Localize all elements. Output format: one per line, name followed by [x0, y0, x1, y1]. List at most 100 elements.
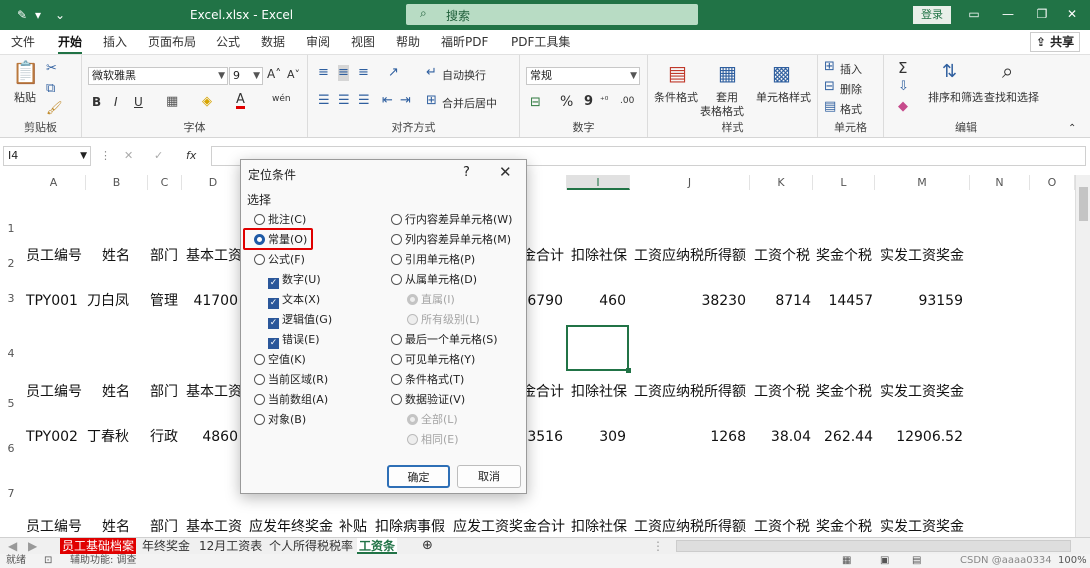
next-sheet-icon[interactable]: ▶ — [26, 538, 39, 554]
phonetic-button[interactable]: wén — [272, 94, 291, 104]
format-table-label2[interactable]: 表格格式 — [700, 103, 744, 119]
conditional-format-icon[interactable]: ▤ — [668, 61, 687, 85]
minimize-icon[interactable]: — — [996, 4, 1020, 24]
cancel-icon[interactable]: ✕ — [124, 149, 133, 162]
radio-icon[interactable] — [254, 374, 265, 385]
cell[interactable]: 金合计 — [522, 383, 564, 401]
left-option[interactable]: 当前数组(A) — [254, 393, 328, 407]
column-header[interactable]: L — [813, 175, 875, 190]
radio-icon[interactable] — [391, 214, 402, 225]
cell[interactable]: 部门 — [150, 383, 178, 401]
cell[interactable]: 实发工资奖金 — [880, 518, 964, 536]
column-header[interactable]: N — [970, 175, 1030, 190]
right-option[interactable]: 从属单元格(D) — [391, 273, 477, 287]
radio-icon[interactable] — [254, 214, 265, 225]
cell[interactable]: 93159 — [843, 292, 963, 310]
insert-cells-icon[interactable]: ⊞ — [824, 59, 835, 75]
cancel-button[interactable]: 取消 — [457, 465, 521, 488]
align-bottom-icon[interactable]: ≡ — [358, 65, 369, 81]
worksheet-grid[interactable]: ABCDEFGHIJKLMNO1234567员工编号姓名部门基本工资金合计扣除社… — [0, 175, 1075, 537]
radio-icon[interactable] — [407, 434, 418, 445]
fill-color-icon[interactable]: ◈ — [202, 94, 212, 109]
format-cells-icon[interactable]: ▤ — [824, 99, 836, 115]
sheet-tab-2[interactable]: 年终奖金 — [140, 538, 192, 554]
italic-button[interactable]: I — [114, 95, 118, 109]
insert-cells-label[interactable]: 插入 — [840, 61, 862, 77]
tab-insert[interactable]: 插入 — [103, 34, 127, 50]
cell[interactable]: 姓名 — [102, 383, 130, 401]
right-option[interactable]: 行内容差异单元格(W) — [391, 213, 512, 227]
sheet-tab-4[interactable]: 个人所得税税率 — [267, 538, 355, 554]
cell[interactable]: 基本工资 — [186, 247, 242, 265]
row-header[interactable]: 7 — [0, 487, 22, 500]
cut-icon[interactable]: ✂ — [46, 61, 57, 77]
decrease-indent-icon[interactable]: ⇤ — [382, 93, 393, 109]
cell[interactable]: 奖金个税 — [816, 383, 872, 401]
customize-icon[interactable]: ⌄ — [52, 6, 68, 24]
page-layout-view-icon[interactable]: ▣ — [880, 554, 889, 568]
tab-home[interactable]: 开始 — [58, 34, 83, 54]
format-cells-label[interactable]: 格式 — [840, 101, 862, 117]
prev-sheet-icon[interactable]: ◀ — [6, 538, 19, 554]
align-right-icon[interactable]: ☰ — [358, 93, 370, 109]
cell[interactable]: 姓名 — [102, 247, 130, 265]
cell[interactable]: 实发工资奖金 — [880, 383, 964, 401]
row-header[interactable]: 2 — [0, 257, 22, 270]
cell[interactable]: 扣除社保 — [571, 518, 627, 536]
collapse-ribbon-icon[interactable]: ⌃ — [1068, 123, 1076, 134]
column-header[interactable]: I — [567, 175, 630, 190]
tab-data[interactable]: 数据 — [261, 34, 285, 50]
align-top-icon[interactable]: ≡ — [318, 65, 329, 81]
tab-view[interactable]: 视图 — [351, 34, 375, 50]
cell[interactable]: 工资应纳税所得额 — [634, 247, 746, 265]
tab-review[interactable]: 审阅 — [306, 34, 330, 50]
scrollbar-thumb[interactable] — [1079, 187, 1088, 221]
right-option[interactable]: 列内容差异单元格(M) — [391, 233, 511, 247]
merge-center-icon[interactable]: ⊞ — [426, 93, 437, 109]
cell[interactable]: 奖金个税 — [816, 518, 872, 536]
tab-pdf-tools[interactable]: PDF工具集 — [511, 34, 570, 50]
ribbon-display-icon[interactable]: ▭ — [962, 4, 986, 24]
left-option[interactable]: 空值(K) — [254, 353, 306, 367]
increase-indent-icon[interactable]: ⇥ — [400, 93, 411, 109]
left-option[interactable]: 批注(C) — [254, 213, 306, 227]
align-middle-icon[interactable]: ≡ — [338, 65, 349, 81]
conditional-format-label[interactable]: 条件格式 — [654, 89, 698, 105]
left-option[interactable]: 对象(B) — [254, 413, 306, 427]
normal-view-icon[interactable]: ▦ — [842, 554, 851, 568]
checkbox-icon[interactable]: ✓ — [268, 338, 279, 349]
left-option[interactable]: ✓ 数字(U) — [268, 273, 321, 289]
radio-icon[interactable] — [407, 314, 418, 325]
cell[interactable]: TPY002 — [26, 428, 78, 446]
more-sheets-icon[interactable]: ⋮ — [650, 538, 666, 554]
column-header[interactable]: M — [875, 175, 970, 190]
clear-icon[interactable]: ◆ — [898, 99, 908, 114]
right-option[interactable]: 引用单元格(P) — [391, 253, 475, 267]
radio-icon[interactable] — [391, 374, 402, 385]
row-header[interactable]: 5 — [0, 397, 22, 410]
cell[interactable]: 扣除社保 — [571, 247, 627, 265]
radio-icon[interactable] — [391, 274, 402, 285]
right-option[interactable]: 可见单元格(Y) — [391, 353, 475, 367]
name-box[interactable]: I4 ▼ — [3, 146, 91, 166]
cell[interactable]: 奖金个税 — [816, 247, 872, 265]
cell[interactable]: 工资个税 — [754, 247, 810, 265]
accessibility-icon[interactable]: ⊡ — [44, 554, 52, 568]
column-header[interactable]: A — [22, 175, 86, 190]
number-format-select[interactable]: 常规 ▼ — [526, 67, 640, 85]
border-icon[interactable]: ▦ — [166, 94, 178, 109]
search-box[interactable]: ⌕ 搜索 — [406, 4, 698, 25]
autosum-icon[interactable]: Σ — [898, 59, 907, 77]
align-left-icon[interactable]: ☰ — [318, 93, 330, 109]
accessibility-status[interactable]: 辅助功能: 调查 — [70, 554, 137, 568]
radio-icon[interactable] — [391, 234, 402, 245]
sheet-tab-3[interactable]: 12月工资表 — [197, 538, 264, 554]
percent-button[interactable]: % — [560, 94, 573, 110]
cell[interactable]: 4860 — [118, 428, 238, 446]
radio-icon[interactable] — [254, 394, 265, 405]
format-table-icon[interactable]: ▦ — [718, 61, 737, 85]
column-header[interactable]: C — [148, 175, 182, 190]
tab-file[interactable]: 文件 — [11, 34, 35, 50]
column-header[interactable]: O — [1030, 175, 1075, 190]
column-header[interactable]: D — [182, 175, 245, 190]
